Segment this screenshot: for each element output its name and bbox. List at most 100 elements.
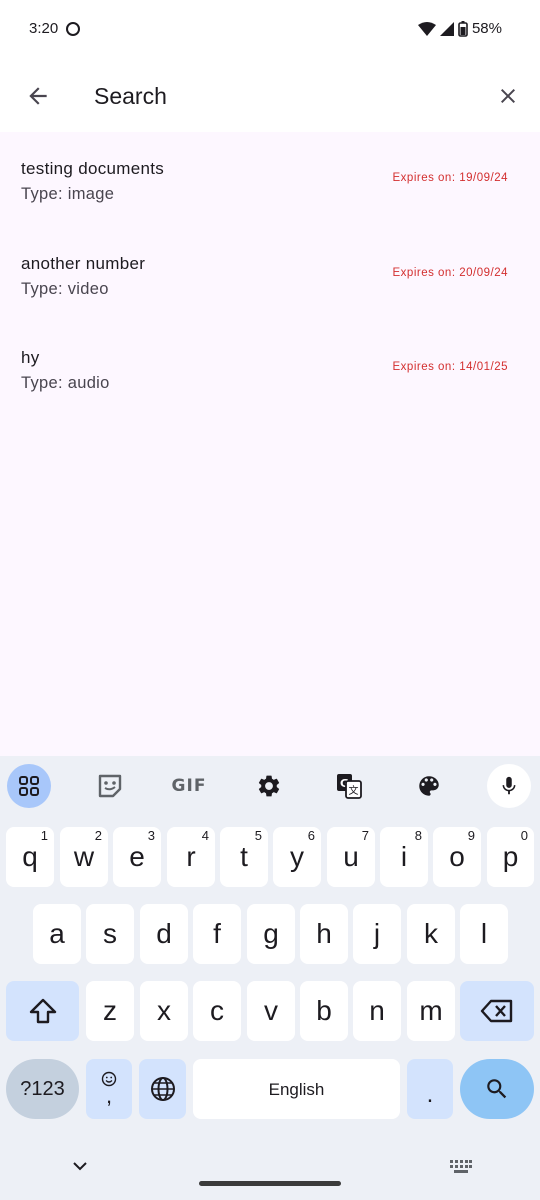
shift-icon — [29, 998, 56, 1024]
search-input[interactable] — [94, 78, 464, 114]
key-w[interactable]: 2w — [60, 827, 108, 887]
key-hint: 1 — [40, 828, 48, 843]
gif-button[interactable]: GIF — [167, 764, 211, 808]
signal-icon — [439, 21, 454, 36]
search-action-key[interactable] — [460, 1059, 534, 1119]
key-t[interactable]: 5t — [220, 827, 268, 887]
key-label: English — [268, 1079, 325, 1099]
key-x[interactable]: x — [140, 981, 188, 1041]
notification-icon — [66, 22, 80, 36]
gif-label: GIF — [171, 776, 207, 796]
apps-grid-icon — [19, 776, 39, 796]
document-type: Type: video — [21, 279, 109, 298]
key-label: d — [156, 918, 172, 949]
key-label: c — [210, 995, 224, 1026]
symbols-key[interactable]: ?123 — [6, 1059, 79, 1119]
list-item[interactable]: hy Type: audio Expires on: 14/01/25 — [0, 321, 540, 416]
key-e[interactable]: 3e — [113, 827, 161, 887]
key-label: o — [449, 841, 465, 872]
key-label: x — [157, 995, 171, 1026]
settings-button[interactable] — [247, 764, 291, 808]
globe-icon — [150, 1077, 175, 1101]
list-item[interactable]: testing documents Type: image Expires on… — [0, 132, 540, 227]
key-l[interactable]: l — [460, 904, 508, 964]
key-label: k — [424, 918, 438, 949]
close-icon — [501, 89, 515, 103]
key-b[interactable]: b — [300, 981, 348, 1041]
hide-keyboard-chevron-icon[interactable] — [72, 1158, 88, 1174]
voice-input-button[interactable] — [487, 764, 531, 808]
gear-icon — [258, 775, 280, 797]
keyboard-switcher-icon[interactable] — [450, 1160, 472, 1174]
language-key[interactable] — [139, 1059, 186, 1119]
key-j[interactable]: j — [353, 904, 401, 964]
document-type: Type: audio — [21, 374, 110, 392]
theme-button[interactable] — [407, 764, 451, 808]
document-title: another number — [21, 253, 146, 273]
key-p[interactable]: 0p — [487, 827, 534, 887]
search-icon — [487, 1079, 507, 1099]
battery-icon — [458, 20, 468, 37]
key-k[interactable]: k — [407, 904, 455, 964]
key-v[interactable]: v — [247, 981, 295, 1041]
search-app-bar — [0, 60, 540, 132]
key-i[interactable]: 8i — [380, 827, 428, 887]
key-label: g — [263, 918, 279, 949]
keyboard-toolbar: GIF G 文 — [0, 764, 540, 812]
key-c[interactable]: c — [193, 981, 241, 1041]
key-label: f — [213, 918, 221, 949]
key-g[interactable]: g — [247, 904, 295, 964]
key-q[interactable]: 1q — [6, 827, 54, 887]
key-h[interactable]: h — [300, 904, 348, 964]
space-key[interactable]: English — [193, 1059, 400, 1119]
key-f[interactable]: f — [193, 904, 241, 964]
key-label: , — [105, 1083, 113, 1108]
key-label: n — [369, 995, 385, 1026]
period-key[interactable]: . — [407, 1059, 453, 1119]
battery-percent: 58% — [471, 20, 502, 37]
key-label: p — [502, 841, 519, 872]
key-label: b — [316, 995, 332, 1026]
key-hint: 3 — [147, 828, 155, 843]
key-hint: 0 — [520, 828, 528, 843]
key-label: i — [400, 841, 408, 872]
key-label: e — [129, 841, 145, 872]
clear-search-button[interactable] — [488, 76, 528, 116]
svg-text:文: 文 — [349, 784, 359, 797]
key-s[interactable]: s — [86, 904, 134, 964]
wifi-icon — [417, 21, 436, 36]
palette-icon — [419, 776, 439, 796]
back-button[interactable] — [18, 76, 58, 116]
key-hint: 4 — [201, 828, 209, 843]
key-label: a — [49, 918, 65, 949]
key-label: s — [103, 918, 117, 949]
status-time: 3:20 — [29, 20, 59, 37]
key-label: m — [419, 995, 443, 1026]
key-u[interactable]: 7u — [327, 827, 375, 887]
apps-button[interactable] — [7, 764, 51, 808]
home-gesture-bar[interactable] — [199, 1181, 341, 1186]
key-o[interactable]: 9o — [433, 827, 481, 887]
key-a[interactable]: a — [33, 904, 81, 964]
arrow-back-icon — [29, 87, 47, 105]
list-item[interactable]: another number Type: video Expires on: 2… — [0, 227, 540, 322]
backspace-key[interactable] — [460, 981, 534, 1041]
key-d[interactable]: d — [140, 904, 188, 964]
translate-button[interactable]: G 文 — [327, 764, 371, 808]
key-label: u — [343, 841, 359, 872]
key-label: r — [186, 841, 196, 872]
emoji-comma-key[interactable]: , — [86, 1059, 132, 1119]
key-z[interactable]: z — [86, 981, 134, 1041]
key-n[interactable]: n — [353, 981, 401, 1041]
sticker-button[interactable] — [88, 764, 132, 808]
key-m[interactable]: m — [407, 981, 455, 1041]
key-hint: 9 — [467, 828, 475, 843]
document-expiry: Expires on: 20/09/24 — [392, 266, 508, 279]
key-y[interactable]: 6y — [273, 827, 321, 887]
key-label: l — [480, 918, 488, 949]
key-r[interactable]: 4r — [167, 827, 215, 887]
shift-key[interactable] — [6, 981, 79, 1041]
key-hint: 2 — [94, 828, 102, 843]
document-list: testing documents Type: image Expires on… — [0, 132, 540, 416]
sticker-icon — [98, 774, 122, 798]
